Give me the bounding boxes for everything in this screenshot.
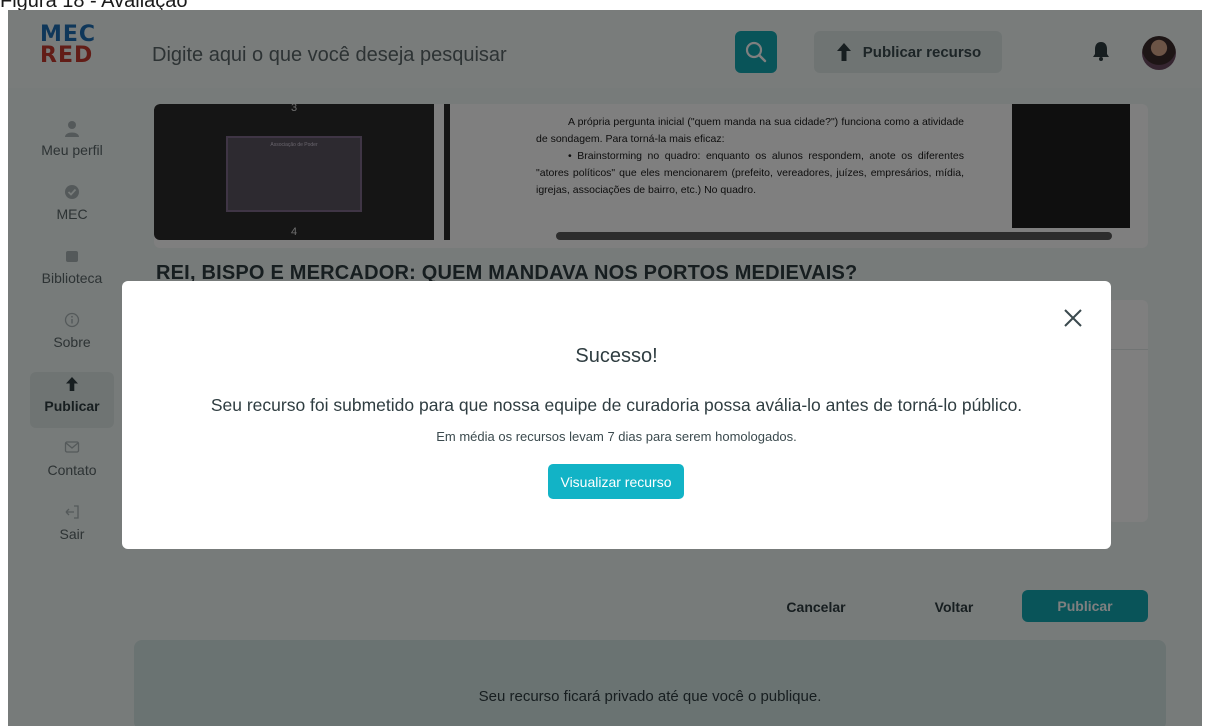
close-button[interactable] — [1060, 305, 1086, 331]
modal-title: Sucesso! — [575, 345, 658, 367]
success-modal: Sucesso! Seu recurso foi submetido para … — [122, 281, 1111, 549]
app-window: MEC RED Digite aqui o que você deseja pe… — [8, 10, 1202, 726]
modal-message: Seu recurso foi submetido para que nossa… — [210, 395, 1023, 415]
close-icon — [1064, 309, 1082, 327]
view-resource-button[interactable]: Visualizar recurso — [548, 464, 684, 499]
modal-subtext: Em média os recursos levam 7 dias para s… — [436, 429, 797, 444]
